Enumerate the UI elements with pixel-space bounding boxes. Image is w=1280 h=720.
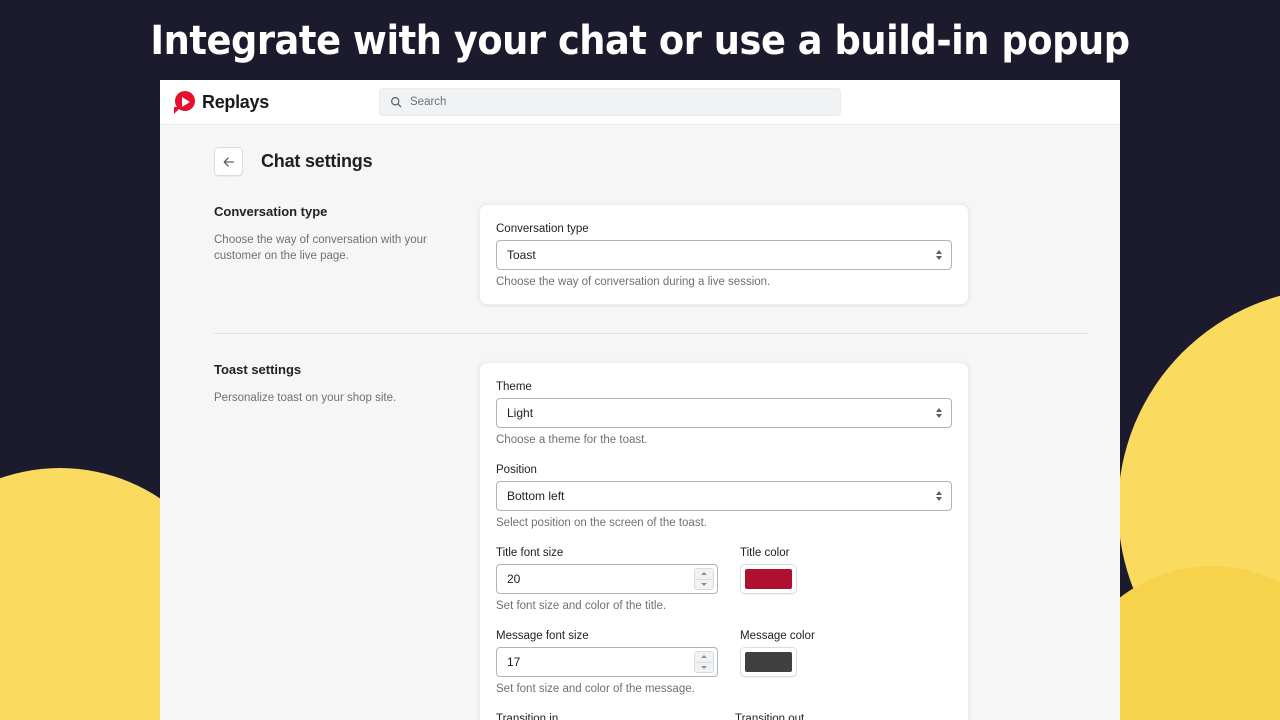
message-font-size-stepper[interactable] bbox=[694, 651, 714, 673]
message-color-label: Message color bbox=[740, 630, 815, 642]
section-heading: Toast settings bbox=[214, 362, 302, 377]
search-icon bbox=[391, 97, 402, 108]
transition-out-label: Transition out bbox=[735, 713, 805, 720]
stepper-increment-button[interactable] bbox=[695, 569, 713, 579]
transition-row: Transition in Flip in x Choose an appear… bbox=[496, 713, 952, 720]
conversation-type-label: Conversation type bbox=[496, 223, 589, 235]
message-color-group: Message color bbox=[740, 630, 952, 677]
page-title: Chat settings bbox=[261, 151, 373, 171]
theme-value: Light bbox=[507, 406, 534, 420]
toast-settings-card: Theme Light Choose a theme for the toast… bbox=[479, 362, 969, 720]
back-button[interactable] bbox=[214, 147, 243, 176]
section-conversation-type: Conversation type Choose the way of conv… bbox=[192, 204, 1088, 305]
section-header: Toast settings Personalize toast on your… bbox=[214, 362, 479, 720]
position-help: Select position on the screen of the toa… bbox=[496, 517, 707, 529]
arrow-left-icon bbox=[223, 156, 234, 167]
position-label: Position bbox=[496, 464, 537, 476]
title-style-help: Set font size and color of the title. bbox=[496, 600, 667, 612]
theme-label: Theme bbox=[496, 381, 532, 393]
section-header: Conversation type Choose the way of conv… bbox=[214, 204, 479, 305]
title-color-swatch bbox=[745, 569, 792, 589]
conversation-type-card: Conversation type Toast Choose the way o… bbox=[479, 204, 969, 305]
chevron-updown-icon bbox=[936, 491, 942, 501]
message-font-size-input[interactable]: 17 bbox=[496, 647, 718, 677]
conversation-type-select[interactable]: Toast bbox=[496, 240, 952, 270]
theme-help: Choose a theme for the toast. bbox=[496, 434, 648, 446]
transition-in-label: Transition in bbox=[496, 713, 559, 720]
conversation-type-help: Choose the way of conversation during a … bbox=[496, 276, 771, 288]
title-color-group: Title color bbox=[740, 547, 952, 594]
message-color-swatch bbox=[745, 652, 792, 672]
chevron-updown-icon bbox=[936, 408, 942, 418]
logo-text: Replays bbox=[202, 91, 269, 112]
message-color-picker[interactable] bbox=[740, 647, 797, 677]
chevron-updown-icon bbox=[936, 250, 942, 260]
section-toast-settings: Toast settings Personalize toast on your… bbox=[192, 362, 1088, 720]
page-header: Chat settings bbox=[192, 125, 1088, 176]
message-font-size-label: Message font size bbox=[496, 630, 589, 642]
title-font-size-input[interactable]: 20 bbox=[496, 564, 718, 594]
stepper-decrement-button[interactable] bbox=[695, 578, 713, 589]
promo-headline: Integrate with your chat or use a build-… bbox=[150, 18, 1130, 64]
app-logo[interactable]: Replays bbox=[174, 91, 379, 114]
title-color-picker[interactable] bbox=[740, 564, 797, 594]
conversation-type-value: Toast bbox=[507, 248, 536, 262]
message-style-help: Set font size and color of the message. bbox=[496, 683, 695, 695]
section-divider bbox=[214, 333, 1088, 334]
title-font-size-group: Title font size 20 bbox=[496, 547, 718, 594]
app-topbar: Replays Search bbox=[160, 80, 1120, 125]
section-description: Personalize toast on your shop site. bbox=[214, 392, 397, 404]
message-font-size-value: 17 bbox=[507, 655, 521, 669]
theme-select[interactable]: Light bbox=[496, 398, 952, 428]
title-font-size-value: 20 bbox=[507, 572, 521, 586]
position-value: Bottom left bbox=[507, 489, 565, 503]
transition-out-group: Transition out Flip out x Choose a hidin… bbox=[735, 713, 952, 720]
stepper-increment-button[interactable] bbox=[695, 652, 713, 662]
message-style-row: Message font size 17 Message color bbox=[496, 630, 952, 677]
stepper-decrement-button[interactable] bbox=[695, 661, 713, 672]
position-select[interactable]: Bottom left bbox=[496, 481, 952, 511]
title-font-size-label: Title font size bbox=[496, 547, 564, 559]
section-heading: Conversation type bbox=[214, 204, 328, 219]
app-window: Replays Search Chat settings Conversatio… bbox=[160, 80, 1120, 720]
search-placeholder: Search bbox=[410, 96, 447, 108]
title-style-row: Title font size 20 Title color bbox=[496, 547, 952, 594]
title-font-size-stepper[interactable] bbox=[694, 568, 714, 590]
promo-stage: Integrate with your chat or use a build-… bbox=[0, 0, 1280, 720]
message-font-size-group: Message font size 17 bbox=[496, 630, 718, 677]
search-input[interactable]: Search bbox=[379, 88, 841, 116]
transition-in-group: Transition in Flip in x Choose an appear… bbox=[496, 713, 713, 720]
play-circle-icon bbox=[174, 91, 196, 114]
section-description: Choose the way of conversation with your… bbox=[214, 234, 427, 262]
app-body: Chat settings Conversation type Choose t… bbox=[160, 125, 1120, 720]
title-color-label: Title color bbox=[740, 547, 790, 559]
